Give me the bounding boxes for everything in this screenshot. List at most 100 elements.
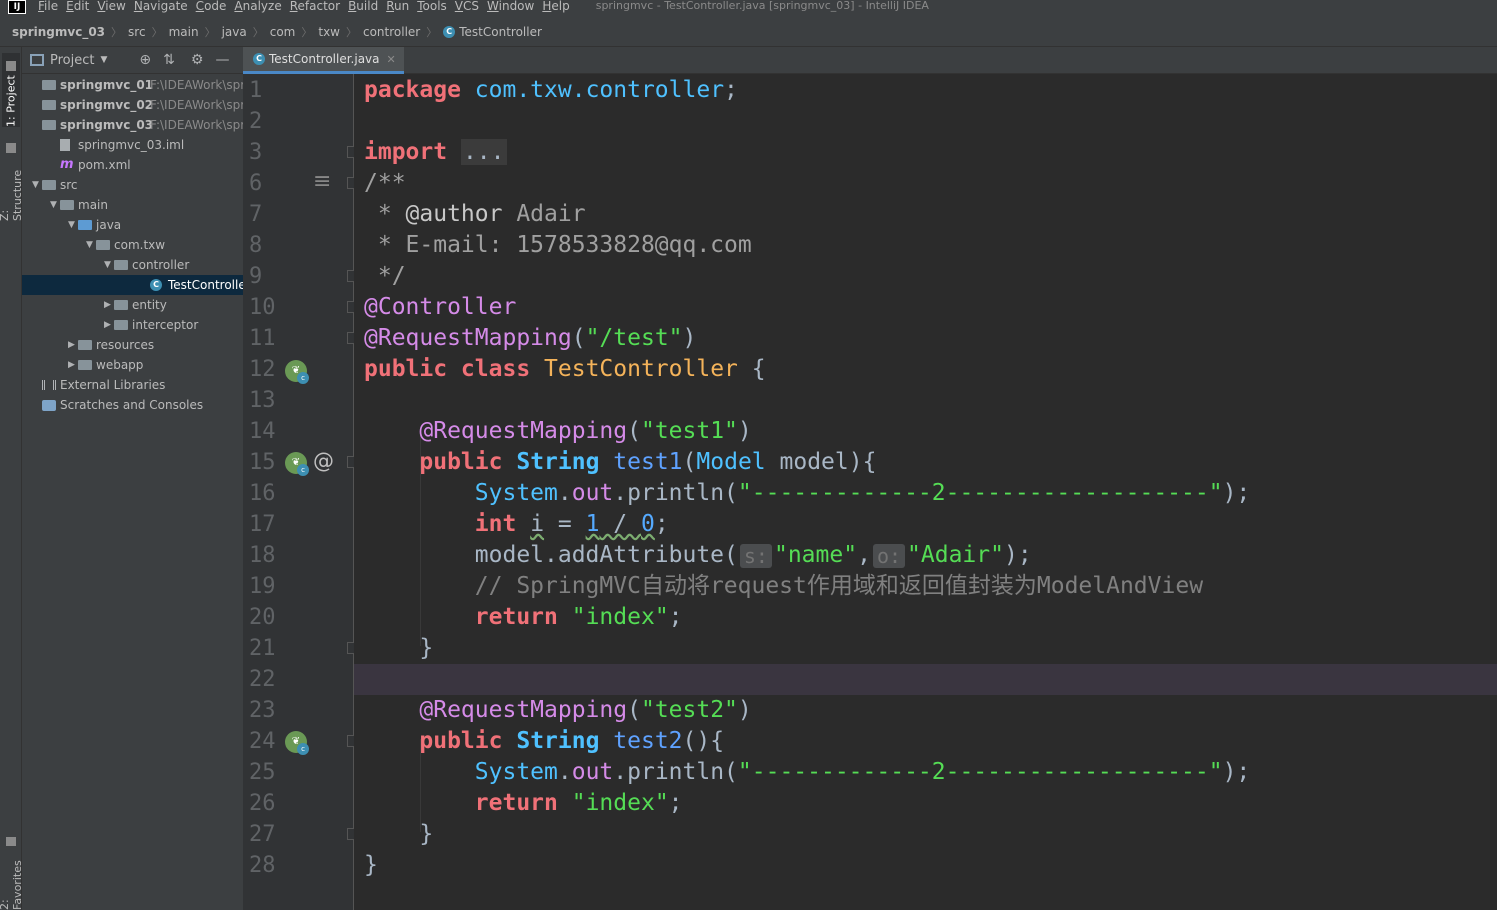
tree-item-pom-xml[interactable]: m pom.xml: [22, 155, 243, 175]
doc-render-icon[interactable]: ≡: [313, 169, 331, 194]
line-number[interactable]: 10: [249, 292, 281, 323]
line-number[interactable]: 18: [249, 540, 281, 571]
tree-item-main[interactable]: ▼ main: [22, 195, 243, 215]
code-line-21[interactable]: }: [354, 633, 1497, 664]
code-line-15[interactable]: public String test1(Model model){: [354, 447, 1497, 478]
breadcrumb-item-src[interactable]: src: [128, 25, 146, 39]
line-number[interactable]: 21: [249, 633, 281, 664]
chevron-down-icon[interactable]: ▼: [86, 235, 96, 255]
tab-favorites-tool[interactable]: 2: Favorites: [0, 837, 24, 910]
tab-testcontroller-java[interactable]: C TestController.java ✕: [243, 47, 404, 74]
line-number[interactable]: 1: [249, 75, 281, 106]
tree-item-controller[interactable]: ▼ controller: [22, 255, 243, 275]
code-line-24[interactable]: public String test2(){: [354, 726, 1497, 757]
menu-build[interactable]: Build: [344, 0, 382, 12]
chevron-right-icon[interactable]: ▶: [68, 355, 78, 375]
line-number[interactable]: 11: [249, 323, 281, 354]
code-line-9[interactable]: */: [354, 261, 1497, 292]
breadcrumb-item-main[interactable]: main: [169, 25, 199, 39]
chevron-down-icon[interactable]: ▼: [50, 195, 60, 215]
project-view-selector[interactable]: Project: [50, 53, 94, 68]
spring-request-mapping-gutter-icon[interactable]: ❦ c: [285, 731, 309, 755]
line-number[interactable]: 26: [249, 788, 281, 819]
menu-refactor[interactable]: Refactor: [286, 0, 344, 12]
breadcrumb-item-java[interactable]: java: [222, 25, 247, 39]
breadcrumb-item-com[interactable]: com: [270, 25, 296, 39]
gear-icon[interactable]: ⚙: [191, 53, 204, 67]
tree-item-resources[interactable]: ▶ resources: [22, 335, 243, 355]
tree-item-entity[interactable]: ▶ entity: [22, 295, 243, 315]
code-line-16[interactable]: System.out.println("-------------2------…: [354, 478, 1497, 509]
line-number[interactable]: 24: [249, 726, 281, 757]
chevron-down-icon[interactable]: ▼: [104, 255, 114, 275]
code-line-7[interactable]: * @author Adair: [354, 199, 1497, 230]
annotation-gutter-icon[interactable]: @: [313, 449, 334, 473]
line-number[interactable]: 16: [249, 478, 281, 509]
locate-target-icon[interactable]: ⊕: [139, 53, 151, 67]
code-line-10[interactable]: @Controller: [354, 292, 1497, 323]
menu-view[interactable]: View: [93, 0, 129, 12]
chevron-down-icon[interactable]: ▼: [32, 175, 42, 195]
code-line-3[interactable]: import ...: [354, 137, 1497, 168]
menu-window[interactable]: Window: [483, 0, 538, 12]
code-editor[interactable]: package com.txw.controller; import ... /…: [354, 74, 1497, 910]
code-line-8[interactable]: * E-mail: 1578533828@qq.com: [354, 230, 1497, 261]
line-number[interactable]: 20: [249, 602, 281, 633]
tree-item-springmvc-03-iml[interactable]: springmvc_03.iml: [22, 135, 243, 155]
breadcrumb-item-controller[interactable]: controller: [363, 25, 420, 39]
tree-item-com-txw[interactable]: ▼ com.txw: [22, 235, 243, 255]
code-line-26[interactable]: return "index";: [354, 788, 1497, 819]
tree-item-springmvc-03[interactable]: springmvc_03F:\IDEAWork\springmvc: [22, 115, 243, 135]
line-number[interactable]: 25: [249, 757, 281, 788]
tree-item-interceptor[interactable]: ▶ interceptor: [22, 315, 243, 335]
code-line-11[interactable]: @RequestMapping("/test"): [354, 323, 1497, 354]
breadcrumb-item-project[interactable]: springmvc_03: [12, 25, 105, 39]
tree-item-springmvc-01[interactable]: springmvc_01F:\IDEAWork\springmvc: [22, 75, 243, 95]
chevron-down-icon[interactable]: ▼: [100, 55, 107, 65]
spring-request-mapping-gutter-icon[interactable]: ❦ c: [285, 452, 309, 476]
code-line-14[interactable]: @RequestMapping("test1"): [354, 416, 1497, 447]
breadcrumb-item-txw[interactable]: txw: [318, 25, 340, 39]
code-line-20[interactable]: return "index";: [354, 602, 1497, 633]
line-number[interactable]: 7: [249, 199, 281, 230]
line-number[interactable]: 8: [249, 230, 281, 261]
line-number[interactable]: 6: [249, 168, 281, 199]
line-number[interactable]: 12: [249, 354, 281, 385]
code-line-27[interactable]: }: [354, 819, 1497, 850]
collapse-all-icon[interactable]: ⇅: [163, 53, 175, 67]
tree-item-external-libraries[interactable]: External Libraries: [22, 375, 243, 395]
code-line-18[interactable]: model.addAttribute(s: "name", o: "Adair");: [354, 540, 1497, 571]
line-number[interactable]: 2: [249, 106, 281, 137]
tree-item-java[interactable]: ▼ java: [22, 215, 243, 235]
tree-item-springmvc-02[interactable]: springmvc_02F:\IDEAWork\springmvc: [22, 95, 243, 115]
tree-item-scratches-and-consoles[interactable]: Scratches and Consoles: [22, 395, 243, 415]
line-number[interactable]: 28: [249, 850, 281, 881]
menu-file[interactable]: File: [34, 0, 62, 12]
hide-panel-icon[interactable]: —: [215, 53, 229, 67]
tab-structure-tool[interactable]: Z: Structure: [0, 143, 24, 221]
menu-tools[interactable]: Tools: [413, 0, 451, 12]
menu-navigate[interactable]: Navigate: [130, 0, 192, 12]
folded-imports[interactable]: ...: [460, 139, 507, 165]
line-number[interactable]: 9: [249, 261, 281, 292]
code-line-23[interactable]: @RequestMapping("test2"): [354, 695, 1497, 726]
line-number[interactable]: 22: [249, 664, 281, 695]
menu-run[interactable]: Run: [382, 0, 413, 12]
chevron-down-icon[interactable]: ▼: [68, 215, 78, 235]
code-line-1[interactable]: package com.txw.controller;: [354, 75, 1497, 106]
line-number[interactable]: 17: [249, 509, 281, 540]
code-line-12[interactable]: public class TestController {: [354, 354, 1497, 385]
line-number[interactable]: 14: [249, 416, 281, 447]
chevron-right-icon[interactable]: ▶: [104, 315, 114, 335]
tree-item-src[interactable]: ▼ src: [22, 175, 243, 195]
menu-code[interactable]: Code: [192, 0, 231, 12]
spring-bean-gutter-icon[interactable]: ❦ c: [285, 360, 309, 384]
code-line-6[interactable]: /**: [354, 168, 1497, 199]
menu-analyze[interactable]: Analyze: [230, 0, 285, 12]
code-line-17[interactable]: int i = 1 / 0;: [354, 509, 1497, 540]
line-number[interactable]: 23: [249, 695, 281, 726]
close-icon[interactable]: ✕: [387, 53, 396, 66]
line-number[interactable]: 19: [249, 571, 281, 602]
menu-help[interactable]: Help: [538, 0, 573, 12]
menu-vcs[interactable]: VCS: [451, 0, 483, 12]
